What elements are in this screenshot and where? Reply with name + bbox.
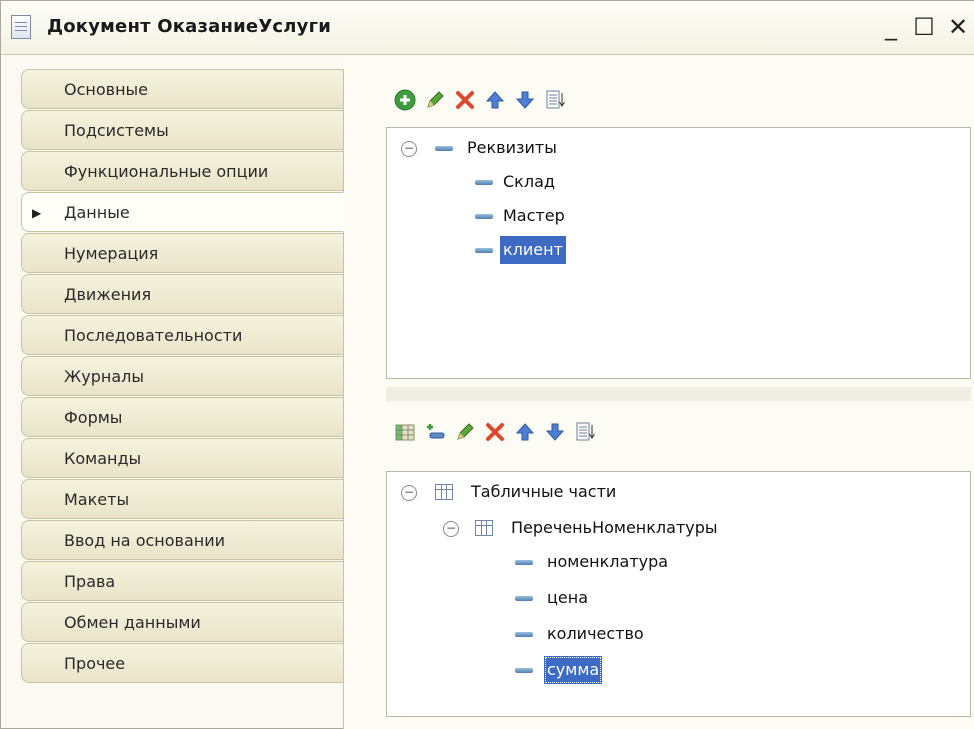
move-down-icon[interactable] <box>512 87 538 113</box>
add-table-icon[interactable] <box>392 419 418 445</box>
tab-label: Журналы <box>64 367 144 386</box>
minimize-button[interactable]: _ <box>876 11 906 43</box>
tab-posledovatelnosti[interactable]: Последовательности <box>21 315 343 355</box>
collapse-icon[interactable]: − <box>401 141 417 157</box>
table-icon <box>435 484 453 500</box>
tab-prava[interactable]: Права <box>21 561 343 601</box>
attribute-icon <box>475 180 493 185</box>
tree-item-master[interactable]: Мастер <box>503 202 565 230</box>
attribute-icon <box>515 560 533 565</box>
tab-label: Макеты <box>64 490 130 509</box>
tree-item-kolichestvo[interactable]: количество <box>547 620 644 648</box>
panel-splitter[interactable] <box>386 387 971 401</box>
tab-label: Последовательности <box>64 326 243 345</box>
attribute-icon <box>475 248 493 253</box>
document-icon <box>11 15 31 39</box>
tab-komandy[interactable]: Команды <box>21 438 343 478</box>
tab-label: Права <box>64 572 116 591</box>
move-down-icon[interactable] <box>542 419 568 445</box>
attributes-tree: − Реквизиты Склад Мастер клиент <box>386 127 971 379</box>
move-up-icon[interactable] <box>482 87 508 113</box>
collapse-icon[interactable]: − <box>443 521 459 537</box>
tab-vvod-na-osnovanii[interactable]: Ввод на основании <box>21 520 343 560</box>
tab-label: Функциональные опции <box>64 162 269 181</box>
delete-icon[interactable] <box>482 419 508 445</box>
tree-item-summa[interactable]: сумма <box>544 656 603 684</box>
active-tab-arrow-icon: ▶ <box>32 206 42 220</box>
window-title: Документ ОказаниеУслуги <box>47 16 332 37</box>
tab-formy[interactable]: Формы <box>21 397 343 437</box>
tab-prochee[interactable]: Прочее <box>21 643 343 683</box>
title-bar: Документ ОказаниеУслуги _ ☐ ✕ <box>1 1 974 55</box>
tab-label: Обмен данными <box>64 613 201 632</box>
tab-funktsionalnye-optsii[interactable]: Функциональные опции <box>21 151 343 191</box>
tree-item-perechen-nomenklatury[interactable]: ПереченьНоменклатуры <box>511 514 718 542</box>
tab-label: Данные <box>64 203 130 222</box>
tab-dvizheniya[interactable]: Движения <box>21 274 343 314</box>
tab-label: Основные <box>64 80 149 99</box>
sort-icon[interactable] <box>572 419 598 445</box>
tab-label: Движения <box>64 285 152 304</box>
collapse-icon[interactable]: − <box>401 485 417 501</box>
data-panel: − Реквизиты Склад Мастер клиент − Таблич… <box>344 55 974 729</box>
edit-icon[interactable] <box>452 419 478 445</box>
add-icon[interactable] <box>392 87 418 113</box>
sort-icon[interactable] <box>542 87 568 113</box>
tab-zhurnaly[interactable]: Журналы <box>21 356 343 396</box>
tab-label: Подсистемы <box>64 121 169 140</box>
tab-label: Формы <box>64 408 123 427</box>
close-button[interactable]: ✕ <box>943 11 973 43</box>
tab-label: Нумерация <box>64 244 159 263</box>
move-up-icon[interactable] <box>512 419 538 445</box>
tab-osnovnye[interactable]: Основные <box>21 69 343 109</box>
attribute-group-icon <box>435 146 453 151</box>
tab-label: Прочее <box>64 654 126 673</box>
tab-dannye[interactable]: ▶ Данные <box>21 192 344 232</box>
maximize-button[interactable]: ☐ <box>909 11 939 43</box>
tree-item-nomenklatura[interactable]: номенклатура <box>547 548 668 576</box>
attribute-icon <box>515 596 533 601</box>
attribute-icon <box>515 668 533 673</box>
tree-root-tablichnye-chasti[interactable]: Табличные части <box>471 478 616 506</box>
tab-numeratsiya[interactable]: Нумерация <box>21 233 343 273</box>
edit-icon[interactable] <box>422 87 448 113</box>
tree-item-tsena[interactable]: цена <box>547 584 588 612</box>
delete-icon[interactable] <box>452 87 478 113</box>
tab-label: Команды <box>64 449 142 468</box>
document-window: Документ ОказаниеУслуги _ ☐ ✕ Основные П… <box>0 0 974 729</box>
tab-podsistemy[interactable]: Подсистемы <box>21 110 343 150</box>
tree-item-sklad[interactable]: Склад <box>503 168 555 196</box>
attribute-icon <box>475 214 493 219</box>
property-tabs: Основные Подсистемы Функциональные опции… <box>21 69 344 684</box>
tree-root-rekvizity[interactable]: Реквизиты <box>467 134 557 162</box>
tab-label: Ввод на основании <box>64 531 226 550</box>
attribute-icon <box>515 632 533 637</box>
tab-makety[interactable]: Макеты <box>21 479 343 519</box>
add-row-icon[interactable] <box>422 419 448 445</box>
tree-item-klient[interactable]: клиент <box>500 236 566 264</box>
tab-obmen-dannymi[interactable]: Обмен данными <box>21 602 343 642</box>
table-icon <box>475 520 493 536</box>
tabular-parts-tree: − Табличные части − ПереченьНоменклатуры… <box>386 471 971 717</box>
